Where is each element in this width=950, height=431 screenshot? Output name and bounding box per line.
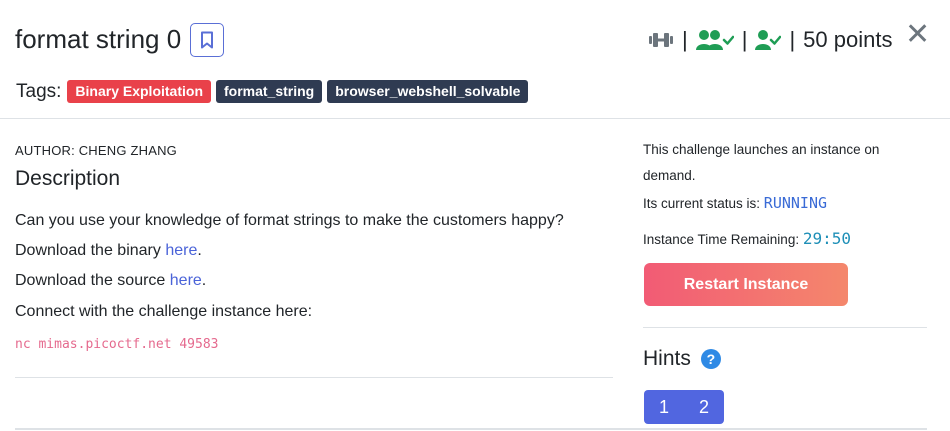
question-icon[interactable]: ? [700,349,721,369]
instance-launch-line-2: demand. [643,168,696,183]
status-label: Its current status is: [643,196,764,211]
bookmark-button[interactable] [190,23,224,57]
challenge-title: format string 0 [15,24,182,54]
download-source-line: Download the source here. [15,272,206,290]
tag-browser-webshell-solvable[interactable]: browser_webshell_solvable [327,80,529,103]
meta-separator: | [682,27,688,52]
time-label: Instance Time Remaining: [643,232,803,247]
hints-heading: Hints ? [643,347,721,371]
users-check-icon [695,29,734,51]
instance-launch-text: This challenge launches an instance on d… [643,137,879,189]
challenge-meta: | | | 50 points [648,24,892,56]
content-divider [15,377,613,378]
close-icon[interactable]: ✕ [905,20,930,50]
header-divider [0,118,950,119]
description-heading: Description [15,167,121,190]
time-remaining-value: 29:50 [802,229,851,248]
meta-separator: | [741,27,748,52]
instance-launch-line-1: This challenge launches an instance on [643,142,880,157]
bookmark-icon [201,31,213,49]
nc-command: nc mimas.picoctf.net 49583 [15,337,219,352]
tags-row: Tags: Binary Exploitation format_string … [16,80,533,103]
points-label: 50 points [803,27,893,52]
download-binary-link[interactable]: here [165,242,197,259]
dumbbell-icon [648,30,674,50]
hint-button-2[interactable]: 2 [684,390,724,424]
tags-label: Tags: [16,80,62,102]
download-source-text: Download the source [15,272,170,289]
bottom-divider [15,428,927,430]
download-binary-line: Download the binary here. [15,242,202,260]
download-binary-text: Download the binary [15,242,166,259]
restart-instance-button[interactable]: Restart Instance [644,263,848,306]
instance-status: Its current status is: RUNNING [643,190,827,217]
user-check-icon [755,29,782,51]
tag-format-string[interactable]: format_string [216,80,323,103]
tag-binary-exploitation[interactable]: Binary Exploitation [67,80,211,103]
connect-instructions: Connect with the challenge instance here… [15,303,313,320]
author-label: AUTHOR: CHENG ZHANG [15,143,177,158]
period: . [201,272,207,289]
instance-timer: Instance Time Remaining: 29:50 [643,226,851,253]
status-value: RUNNING [763,194,828,212]
description-line: Can you use your knowledge of format str… [15,212,564,229]
meta-separator: | [789,27,796,52]
download-source-link[interactable]: here [170,272,202,289]
hint-button-1[interactable]: 1 [644,390,684,424]
hint-buttons: 1 2 [644,390,724,424]
period: . [197,242,202,259]
hints-title: Hints [643,347,691,370]
sidebar-divider [643,327,927,328]
